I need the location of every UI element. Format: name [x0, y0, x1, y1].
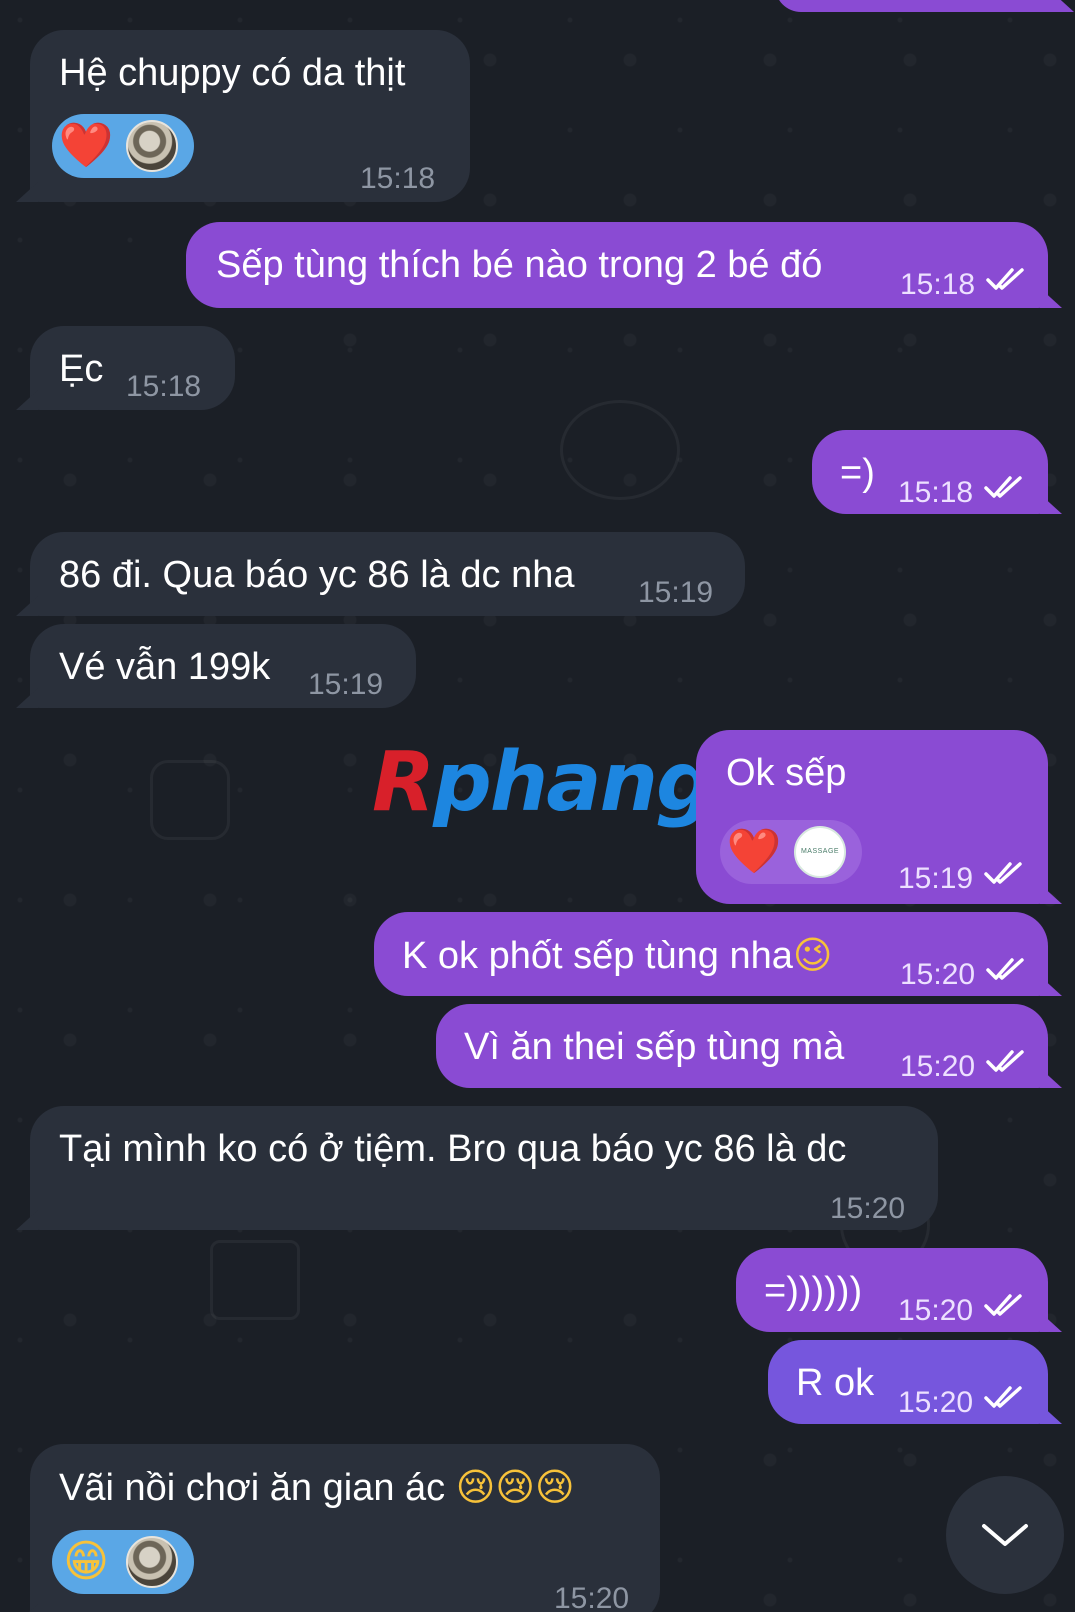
outgoing-message[interactable]: K ok phốt sếp tùng nha😉 15:20 [374, 912, 1048, 996]
message-text: Ẹc [59, 348, 104, 390]
read-checkmark-icon [986, 268, 1024, 290]
read-checkmark-icon [986, 1050, 1024, 1072]
message-text: Sếp tùng thích bé nào trong 2 bé đó [216, 244, 823, 286]
message-time: 15:20 [900, 1050, 976, 1083]
incoming-message[interactable]: Tại mình ko có ở tiệm. Bro qua báo yc 86… [30, 1106, 938, 1230]
read-checkmark-icon [984, 1386, 1022, 1408]
outgoing-message[interactable]: =)))))) 15:20 [736, 1248, 1048, 1332]
incoming-message[interactable]: Vãi nồi chơi ăn gian ác 😢😢😢 😁 15:20 [30, 1444, 660, 1612]
message-time: 15:18 [900, 268, 976, 301]
message-time: 15:20 [554, 1582, 630, 1612]
watermark-logo: Rphang [372, 735, 715, 830]
message-text: Hệ chuppy có da thịt [59, 52, 406, 94]
wallpaper-doodle [210, 1240, 300, 1320]
grin-reaction-icon[interactable]: 😁 [60, 1536, 112, 1588]
message-time: 15:20 [898, 1386, 974, 1419]
message-time: 15:20 [900, 958, 976, 991]
previous-outgoing-bubble[interactable] [775, 0, 1060, 12]
reaction-bar[interactable]: 😁 [52, 1530, 194, 1594]
chevron-down-icon [982, 1524, 1028, 1546]
outgoing-message[interactable]: Vì ăn thei sếp tùng mà 15:20 [436, 1004, 1048, 1088]
message-time: 15:20 [830, 1192, 906, 1225]
incoming-message[interactable]: Hệ chuppy có da thịt ❤️ 15:18 [30, 30, 470, 202]
message-text: Tại mình ko có ở tiệm. Bro qua báo yc 86… [59, 1128, 847, 1170]
message-text: =)))))) [764, 1270, 863, 1312]
message-text: R ok [796, 1362, 875, 1404]
reaction-bar[interactable]: ❤️ [52, 114, 194, 178]
outgoing-message[interactable]: Sếp tùng thích bé nào trong 2 bé đó 15:1… [186, 222, 1048, 308]
read-checkmark-icon [986, 958, 1024, 980]
incoming-message[interactable]: 86 đi. Qua báo yc 86 là dc nha 15:19 [30, 532, 745, 616]
read-checkmark-icon [984, 1294, 1022, 1316]
message-time: 15:20 [898, 1294, 974, 1327]
message-time: 15:18 [126, 370, 202, 403]
scroll-to-bottom-button[interactable] [946, 1476, 1064, 1594]
message-text: Vãi nồi chơi ăn gian ác 😢😢😢 [59, 1465, 575, 1509]
wink-emoji-icon: 😉 [792, 933, 833, 977]
reactor-avatar [126, 1536, 178, 1588]
message-time: 15:18 [898, 476, 974, 509]
message-text: K ok phốt sếp tùng nha😉 [402, 933, 833, 977]
heart-reaction-icon[interactable]: ❤️ [727, 826, 782, 878]
message-time: 15:18 [360, 162, 436, 195]
message-time: 15:19 [898, 862, 974, 895]
read-checkmark-icon [984, 476, 1022, 498]
message-text: 86 đi. Qua báo yc 86 là dc nha [59, 554, 575, 596]
message-text: Vé vẫn 199k [59, 646, 271, 688]
heart-reaction-icon[interactable]: ❤️ [59, 120, 114, 172]
message-time: 15:19 [308, 668, 384, 701]
incoming-message[interactable]: Ẹc 15:18 [30, 326, 235, 410]
reaction-bar[interactable]: ❤️ MASSAGE [720, 820, 862, 884]
outgoing-message[interactable]: Ok sếp ❤️ MASSAGE 15:19 [696, 730, 1048, 904]
incoming-message[interactable]: Vé vẫn 199k 15:19 [30, 624, 416, 708]
reactor-avatar [126, 120, 178, 172]
message-time: 15:19 [638, 576, 714, 609]
message-text: Vì ăn thei sếp tùng mà [464, 1026, 845, 1068]
wallpaper-doodle [150, 760, 230, 840]
wallpaper-doodle [560, 400, 680, 500]
read-checkmark-icon [984, 862, 1022, 884]
outgoing-message[interactable]: =) 15:18 [812, 430, 1048, 514]
crying-emoji-icon: 😢😢😢 [455, 1465, 575, 1509]
message-text: =) [840, 452, 875, 494]
message-text: Ok sếp [726, 752, 847, 794]
reactor-avatar: MASSAGE [794, 826, 846, 878]
outgoing-message[interactable]: R ok 15:20 [768, 1340, 1048, 1424]
